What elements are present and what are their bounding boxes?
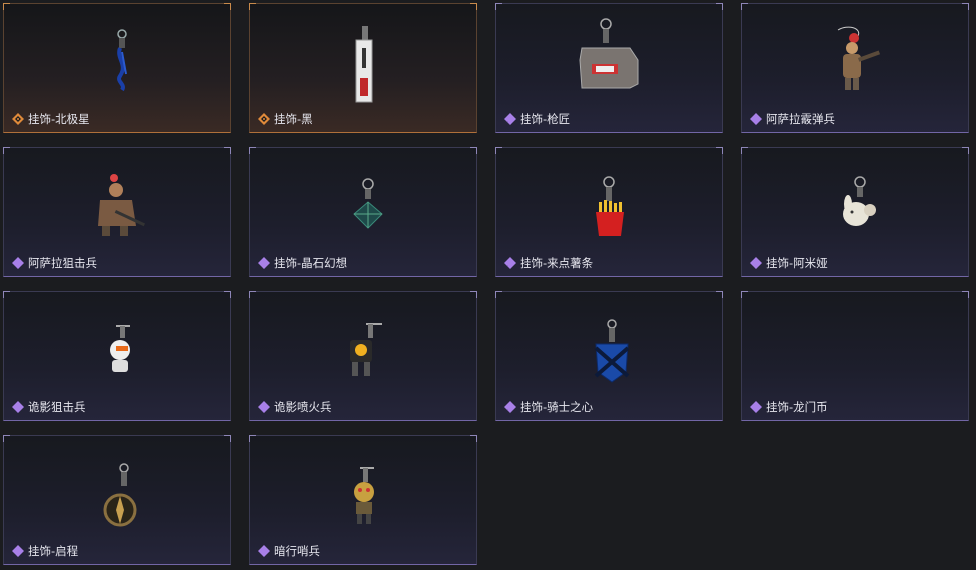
item-label: 挂饰-骑士之心	[520, 400, 594, 414]
item-card[interactable]: 暗行哨兵	[249, 435, 477, 565]
item-label: 诡影喷火兵	[274, 400, 332, 414]
shadow-flamer-charm-icon	[350, 323, 382, 376]
bunny-charm-icon	[843, 176, 876, 226]
knight-heart-charm-icon	[594, 319, 630, 383]
item-card[interactable]: 诡影喷火兵	[249, 291, 477, 421]
item-label: 挂饰-北极星	[28, 112, 90, 126]
purple-rarity-icon	[750, 113, 762, 125]
purple-rarity-icon	[258, 257, 270, 269]
item-label: 诡影狙击兵	[28, 400, 86, 414]
item-card[interactable]: 挂饰-启程	[3, 435, 231, 565]
purple-rarity-icon	[258, 545, 270, 557]
item-card[interactable]: 阿萨拉狙击兵	[3, 147, 231, 277]
purple-rarity-icon	[504, 401, 516, 413]
purple-rarity-icon	[750, 401, 762, 413]
shotgunner-figure-icon	[837, 26, 881, 90]
item-label: 阿萨拉狙击兵	[28, 256, 97, 270]
purple-rarity-icon	[258, 401, 270, 413]
item-label: 挂饰-龙门币	[766, 400, 828, 414]
item-label: 挂饰-来点薯条	[520, 256, 594, 270]
item-card[interactable]: 挂饰-来点薯条	[495, 147, 723, 277]
item-card[interactable]: 阿萨拉霰弹兵	[741, 3, 969, 133]
polaris-charm-icon	[117, 29, 127, 92]
purple-rarity-icon	[12, 401, 24, 413]
dark-sentry-figure-icon	[354, 467, 374, 524]
black-tag-charm-icon	[355, 26, 373, 103]
item-label: 暗行哨兵	[274, 544, 320, 558]
item-label: 挂饰-启程	[28, 544, 79, 558]
departure-compass-charm-icon	[103, 463, 137, 527]
gunsmith-charm-icon	[579, 18, 639, 89]
item-card[interactable]: 挂饰-枪匠	[495, 3, 723, 133]
purple-rarity-icon	[750, 257, 762, 269]
sniper-figure-icon	[98, 174, 146, 236]
item-label: 挂饰-黑	[274, 112, 313, 126]
gold-rarity-icon	[12, 113, 24, 125]
gold-rarity-icon	[258, 113, 270, 125]
purple-rarity-icon	[12, 257, 24, 269]
item-card[interactable]: 挂饰-晶石幻想	[249, 147, 477, 277]
item-label: 挂饰-阿米娅	[766, 256, 828, 270]
item-grid: 挂饰-北极星 挂饰-黑 挂饰-枪匠 阿萨拉霰弹兵 阿萨拉狙击兵 挂饰-晶石幻想 …	[0, 0, 976, 570]
item-card[interactable]: 挂饰-阿米娅	[741, 147, 969, 277]
item-label: 挂饰-晶石幻想	[274, 256, 348, 270]
item-card[interactable]: 诡影狙击兵	[3, 291, 231, 421]
lungmen-coin-charm-icon	[742, 292, 970, 402]
fries-charm-icon	[596, 176, 624, 236]
item-card[interactable]: 挂饰-北极星	[3, 3, 231, 133]
item-label: 挂饰-枪匠	[520, 112, 571, 126]
purple-rarity-icon	[504, 113, 516, 125]
item-label: 阿萨拉霰弹兵	[766, 112, 835, 126]
item-card[interactable]: 挂饰-龙门币	[741, 291, 969, 421]
shadow-sniper-charm-icon	[110, 325, 130, 372]
purple-rarity-icon	[12, 545, 24, 557]
purple-rarity-icon	[504, 257, 516, 269]
item-card[interactable]: 挂饰-黑	[249, 3, 477, 133]
item-card[interactable]: 挂饰-骑士之心	[495, 291, 723, 421]
crystal-cube-charm-icon	[353, 178, 383, 229]
